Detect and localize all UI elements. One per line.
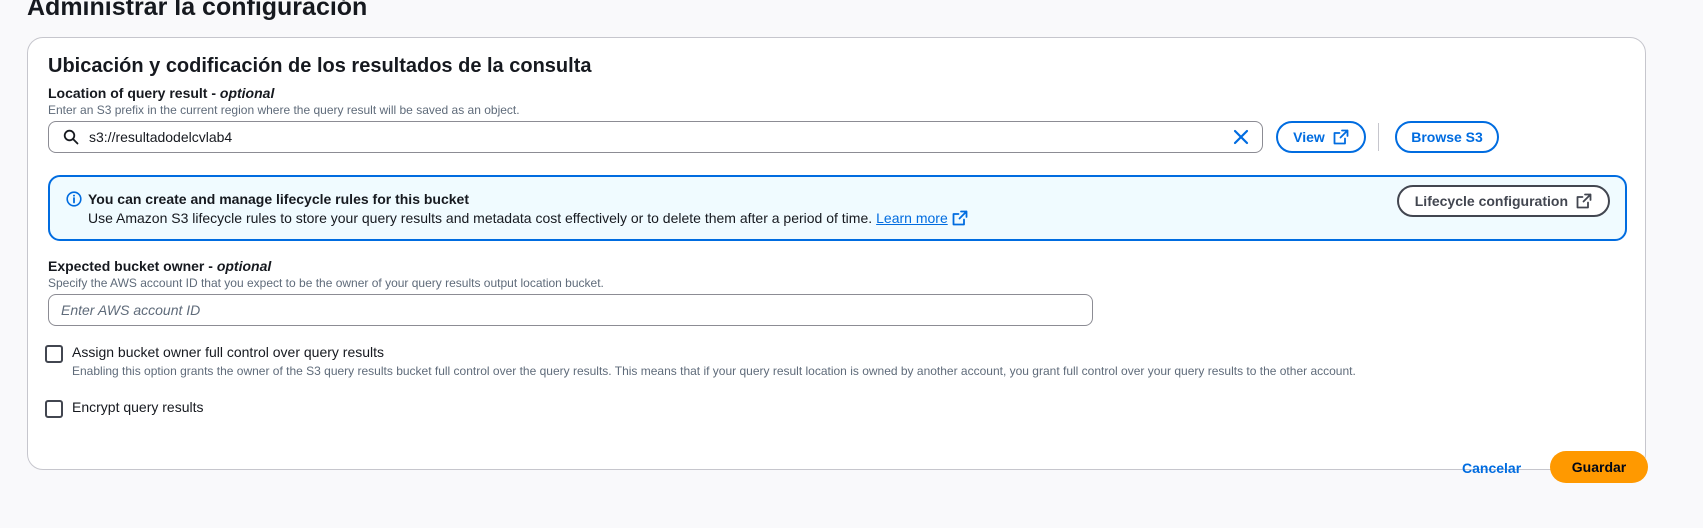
external-link-icon <box>1576 193 1592 209</box>
cancel-button[interactable]: Cancelar <box>1462 460 1521 476</box>
search-icon <box>63 129 79 145</box>
query-location-field[interactable] <box>48 121 1263 153</box>
browse-s3-button[interactable]: Browse S3 <box>1395 121 1499 153</box>
query-location-description: Enter an S3 prefix in the current region… <box>48 103 520 117</box>
clear-icon[interactable] <box>1232 128 1250 146</box>
settings-container: Ubicación y codificación de los resultad… <box>27 37 1646 470</box>
lifecycle-info-alert: You can create and manage lifecycle rule… <box>48 175 1627 241</box>
full-control-row: Assign bucket owner full control over qu… <box>45 344 1356 378</box>
encrypt-checkbox[interactable] <box>45 400 63 418</box>
bucket-owner-label: Expected bucket owner - optional <box>48 258 272 274</box>
encrypt-row: Encrypt query results <box>45 399 204 418</box>
save-button[interactable]: Guardar <box>1550 451 1648 483</box>
full-control-label[interactable]: Assign bucket owner full control over qu… <box>72 344 1356 360</box>
bucket-owner-input[interactable] <box>49 302 1092 318</box>
bucket-owner-field[interactable] <box>48 294 1093 326</box>
full-control-checkbox[interactable] <box>45 345 63 363</box>
full-control-description: Enabling this option grants the owner of… <box>72 364 1356 378</box>
alert-body: Use Amazon S3 lifecycle rules to store y… <box>88 210 968 226</box>
lifecycle-configuration-button[interactable]: Lifecycle configuration <box>1396 185 1610 217</box>
query-location-label: Location of query result - optional <box>48 85 275 101</box>
info-icon <box>66 191 82 207</box>
section-title: Ubicación y codificación de los resultad… <box>48 55 592 77</box>
encrypt-label[interactable]: Encrypt query results <box>72 399 204 415</box>
toolbar-divider <box>1378 123 1379 151</box>
view-button[interactable]: View <box>1276 121 1366 153</box>
learn-more-link[interactable]: Learn more <box>876 210 968 226</box>
external-link-icon <box>1333 129 1349 145</box>
bucket-owner-description: Specify the AWS account ID that you expe… <box>48 276 604 290</box>
query-location-input[interactable] <box>89 129 1232 145</box>
page-title: Administrar la configuración <box>27 0 368 21</box>
external-link-icon <box>952 210 968 226</box>
alert-title: You can create and manage lifecycle rule… <box>88 191 469 207</box>
